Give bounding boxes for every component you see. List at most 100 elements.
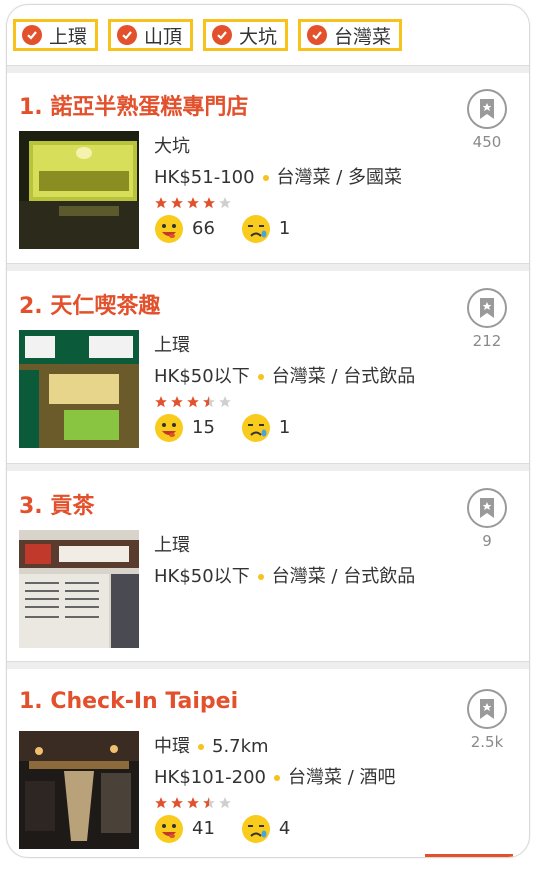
cry-emoji-icon bbox=[241, 413, 270, 442]
cry-count: 1 bbox=[278, 417, 291, 438]
check-circle-icon bbox=[307, 25, 328, 45]
app-frame: 上環 山頂 大坑 台灣菜 1. 諾亞半熟蛋糕專門店 大坑 HK$51-100 台… bbox=[6, 4, 530, 858]
cuisine: 台灣菜 / 酒吧 bbox=[288, 767, 396, 788]
smile-count-wrap: 66 bbox=[154, 213, 215, 244]
filter-bar: 上環 山頂 大坑 台灣菜 bbox=[13, 19, 403, 55]
star-icon bbox=[171, 797, 183, 809]
separator-dot bbox=[257, 373, 264, 380]
bookmark-count: 450 bbox=[472, 133, 502, 151]
star-half-icon bbox=[203, 797, 215, 809]
restaurant-photo[interactable] bbox=[19, 131, 139, 249]
smile-count: 41 bbox=[192, 818, 215, 839]
star-icon bbox=[171, 396, 183, 408]
smile-count-wrap: 41 bbox=[154, 813, 215, 844]
price-range: HK$101-200 bbox=[154, 767, 266, 788]
bookmark-star-icon[interactable] bbox=[467, 288, 507, 328]
cuisine: 台灣菜 / 台式飲品 bbox=[271, 366, 416, 387]
star-icon bbox=[171, 197, 183, 209]
bookmark[interactable]: 212 bbox=[457, 288, 517, 350]
cry-count: 4 bbox=[278, 818, 291, 839]
bookmark-star-icon[interactable] bbox=[467, 689, 507, 729]
star-icon bbox=[187, 396, 199, 408]
district-distance-line: 中環 5.7km bbox=[154, 731, 396, 762]
smile-count: 15 bbox=[192, 417, 215, 438]
price-range: HK$51-100 bbox=[154, 167, 255, 188]
star-rating bbox=[154, 793, 396, 813]
bookmark[interactable]: 2.5k bbox=[457, 689, 517, 751]
filter-chip-label: 上環 bbox=[49, 25, 88, 48]
section-divider bbox=[7, 661, 529, 669]
restaurant-info: 大坑 HK$51-100 台灣菜 / 多國菜 66 1 bbox=[154, 131, 402, 244]
restaurant-info: 中環 5.7km HK$101-200 台灣菜 / 酒吧 41 4 bbox=[154, 731, 396, 844]
restaurant-info: 上環 HK$50以下 台灣菜 / 台式飲品 15 1 bbox=[154, 330, 415, 443]
separator-dot bbox=[274, 774, 280, 781]
bookmark-count: 212 bbox=[472, 332, 502, 350]
smile-emoji-icon bbox=[155, 413, 183, 442]
price-range: HK$50以下 bbox=[154, 366, 250, 387]
star-icon bbox=[155, 197, 167, 209]
bottom-accent-bar bbox=[425, 854, 513, 857]
smile-count-wrap: 15 bbox=[154, 412, 215, 443]
cry-emoji-icon bbox=[241, 214, 270, 243]
restaurant-photo[interactable] bbox=[19, 530, 139, 648]
restaurant-title[interactable]: 3. 貢茶 bbox=[19, 488, 94, 520]
filter-chip-label: 大坑 bbox=[239, 25, 278, 48]
price-cuisine-line: HK$51-100 台灣菜 / 多國菜 bbox=[154, 162, 402, 193]
district: 上環 bbox=[154, 535, 190, 556]
restaurant-photo[interactable] bbox=[19, 731, 139, 849]
cry-emoji-icon bbox=[241, 814, 270, 843]
section-divider bbox=[7, 463, 529, 471]
cuisine: 台灣菜 / 台式飲品 bbox=[271, 566, 416, 587]
filter-chip-taiwanese[interactable]: 台灣菜 bbox=[298, 19, 403, 51]
check-circle-icon bbox=[212, 25, 233, 45]
cry-count: 1 bbox=[278, 218, 291, 239]
distance: 5.7km bbox=[212, 736, 269, 757]
cuisine: 台灣菜 / 多國菜 bbox=[276, 167, 403, 188]
reaction-line: 66 1 bbox=[154, 213, 402, 244]
restaurant-title[interactable]: 1. 諾亞半熟蛋糕專門店 bbox=[19, 89, 248, 121]
star-icon bbox=[187, 197, 199, 209]
cry-count-wrap: 4 bbox=[241, 813, 290, 844]
star-icon bbox=[155, 797, 167, 809]
restaurant-info: 上環 HK$50以下 台灣菜 / 台式飲品 bbox=[154, 530, 415, 592]
star-rating bbox=[154, 392, 415, 412]
star-icon bbox=[203, 197, 215, 209]
district: 大坑 bbox=[154, 136, 190, 157]
star-empty-icon bbox=[219, 797, 231, 809]
bookmark-star-icon[interactable] bbox=[467, 89, 507, 129]
star-icon bbox=[187, 797, 199, 809]
district: 中環 bbox=[154, 736, 190, 757]
smile-emoji-icon bbox=[155, 814, 183, 843]
smile-emoji-icon bbox=[155, 214, 183, 243]
bookmark-star-icon[interactable] bbox=[467, 488, 507, 528]
section-divider bbox=[7, 65, 529, 73]
restaurant-title[interactable]: 2. 天仁喫茶趣 bbox=[19, 288, 160, 320]
filter-chip-label: 台灣菜 bbox=[334, 25, 392, 48]
star-rating bbox=[154, 193, 402, 213]
bookmark[interactable]: 450 bbox=[457, 89, 517, 151]
cry-count-wrap: 1 bbox=[241, 412, 290, 443]
cry-count-wrap: 1 bbox=[241, 213, 290, 244]
section-divider bbox=[7, 263, 529, 271]
price-range: HK$50以下 bbox=[154, 566, 250, 587]
separator-dot bbox=[262, 174, 269, 181]
star-icon bbox=[155, 396, 167, 408]
star-half-icon bbox=[203, 396, 215, 408]
filter-chip-tai-hang[interactable]: 大坑 bbox=[203, 19, 289, 51]
bookmark-count: 2.5k bbox=[470, 733, 504, 751]
check-circle-icon bbox=[117, 25, 138, 45]
price-cuisine-line: HK$50以下 台灣菜 / 台式飲品 bbox=[154, 561, 415, 592]
restaurant-title[interactable]: 1. Check-In Taipei bbox=[19, 689, 238, 714]
filter-chip-sheung-wan[interactable]: 上環 bbox=[13, 19, 99, 51]
bookmark-count: 9 bbox=[482, 532, 492, 550]
separator-dot bbox=[198, 743, 204, 750]
star-empty-icon bbox=[219, 197, 231, 209]
district: 上環 bbox=[154, 335, 190, 356]
price-cuisine-line: HK$50以下 台灣菜 / 台式飲品 bbox=[154, 361, 415, 392]
restaurant-photo[interactable] bbox=[19, 330, 139, 448]
reaction-line: 15 1 bbox=[154, 412, 415, 443]
bookmark[interactable]: 9 bbox=[457, 488, 517, 550]
filter-chip-the-peak[interactable]: 山頂 bbox=[108, 19, 194, 51]
filter-chip-label: 山頂 bbox=[144, 25, 183, 48]
reaction-line: 41 4 bbox=[154, 813, 396, 844]
